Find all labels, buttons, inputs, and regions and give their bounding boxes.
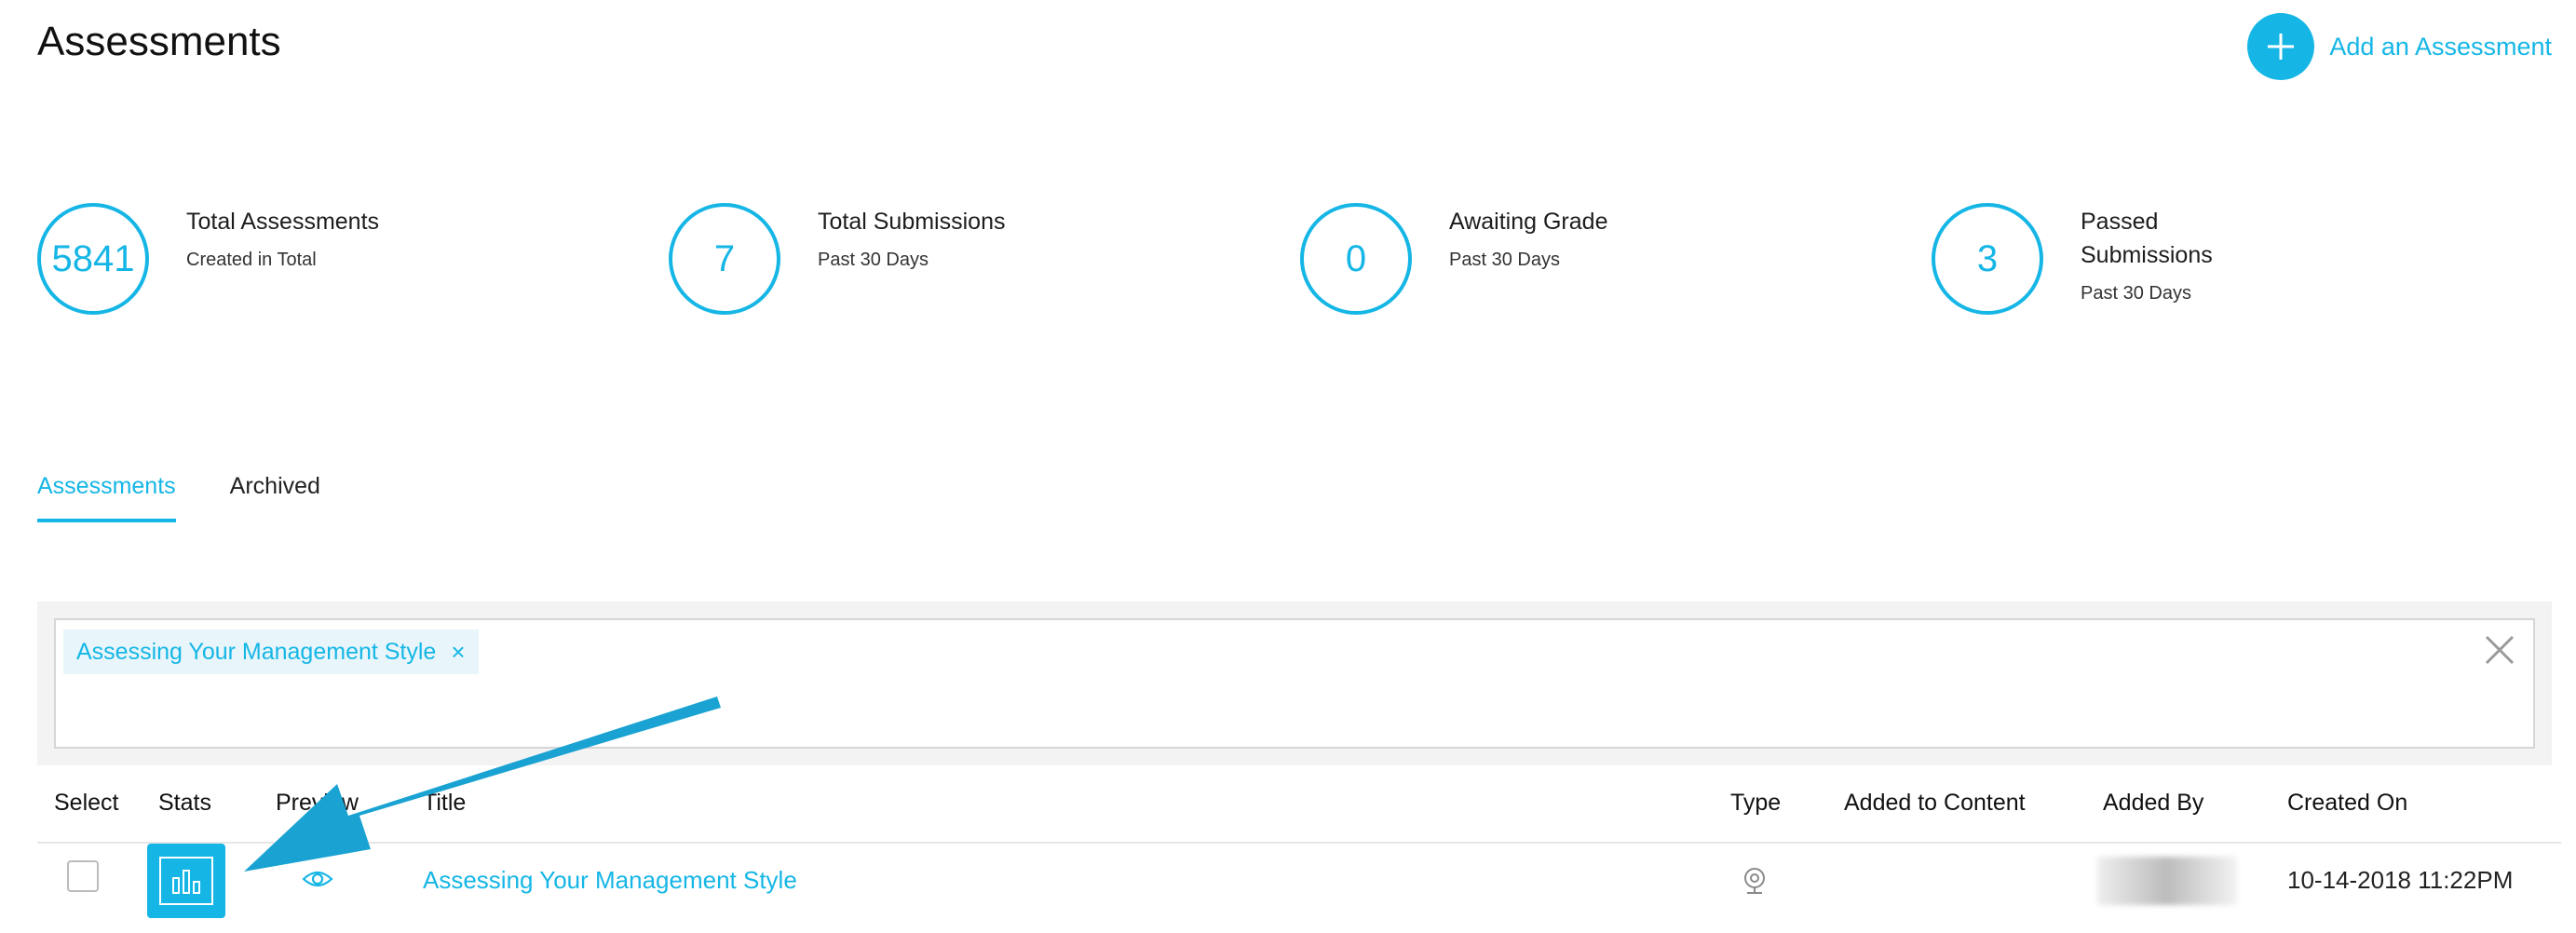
tab-bar: Assessments Archived <box>37 473 320 522</box>
column-header-select: Select <box>54 790 119 816</box>
column-header-preview: Preview <box>276 790 359 816</box>
chip-remove-icon[interactable]: × <box>451 638 465 667</box>
page-title: Assessments <box>37 19 281 64</box>
stat-awaiting-grade: 0 Awaiting Grade Past 30 Days <box>1300 203 1654 315</box>
stat-title: Total Assessments <box>186 209 380 235</box>
stat-subtitle: Past 30 Days <box>1449 250 1560 270</box>
stat-subtitle: Past 30 Days <box>818 250 929 270</box>
stat-subtitle: Past 30 Days <box>2081 283 2191 304</box>
stat-value: 3 <box>1932 203 2043 315</box>
plus-icon[interactable] <box>2247 13 2315 80</box>
add-assessment-button[interactable]: Add an Assessment <box>2247 13 2552 80</box>
assessments-page: Assessments Add an Assessment 5841 Total… <box>0 0 2576 933</box>
stat-value: 5841 <box>37 203 149 315</box>
stat-value: 7 <box>669 203 780 315</box>
column-header-type[interactable]: Type <box>1730 790 1781 817</box>
header-divider <box>37 842 2561 844</box>
stat-title: Awaiting Grade <box>1449 209 1608 235</box>
column-header-created-on[interactable]: Created On <box>2287 790 2407 817</box>
tab-archived[interactable]: Archived <box>230 473 320 522</box>
stat-title: Passed Submissions <box>2081 209 2213 268</box>
column-header-added-to-content[interactable]: Added to Content <box>1844 790 2026 817</box>
created-on-value: 10-14-2018 11:22PM <box>2287 866 2514 894</box>
column-header-title[interactable]: Title <box>423 790 466 817</box>
webcam-icon <box>1742 866 1768 900</box>
stats-button[interactable] <box>147 844 225 918</box>
bar-chart-icon[interactable] <box>159 857 213 905</box>
tab-assessments[interactable]: Assessments <box>37 473 176 522</box>
assessment-title-link[interactable]: Assessing Your Management Style <box>423 866 797 895</box>
stat-title: Total Submissions <box>818 209 1006 235</box>
stat-passed-submissions: 3 Passed Submissions Past 30 Days <box>1932 203 2285 315</box>
stat-value: 0 <box>1300 203 1412 315</box>
filter-chip: Assessing Your Management Style × <box>63 629 479 674</box>
stat-total-assessments: 5841 Total Assessments Created in Total <box>37 203 391 315</box>
filter-chip-label: Assessing Your Management Style <box>76 638 437 665</box>
added-by-redacted <box>2097 857 2237 905</box>
add-assessment-label[interactable]: Add an Assessment <box>2329 33 2552 61</box>
stat-subtitle: Created in Total <box>186 250 317 270</box>
stat-total-submissions: 7 Total Submissions Past 30 Days <box>669 203 1023 315</box>
close-icon[interactable] <box>2483 633 2516 667</box>
column-header-added-by[interactable]: Added By <box>2103 790 2203 817</box>
column-header-stats: Stats <box>158 790 211 816</box>
row-select-checkbox[interactable] <box>67 860 99 892</box>
eye-icon[interactable] <box>302 866 333 897</box>
